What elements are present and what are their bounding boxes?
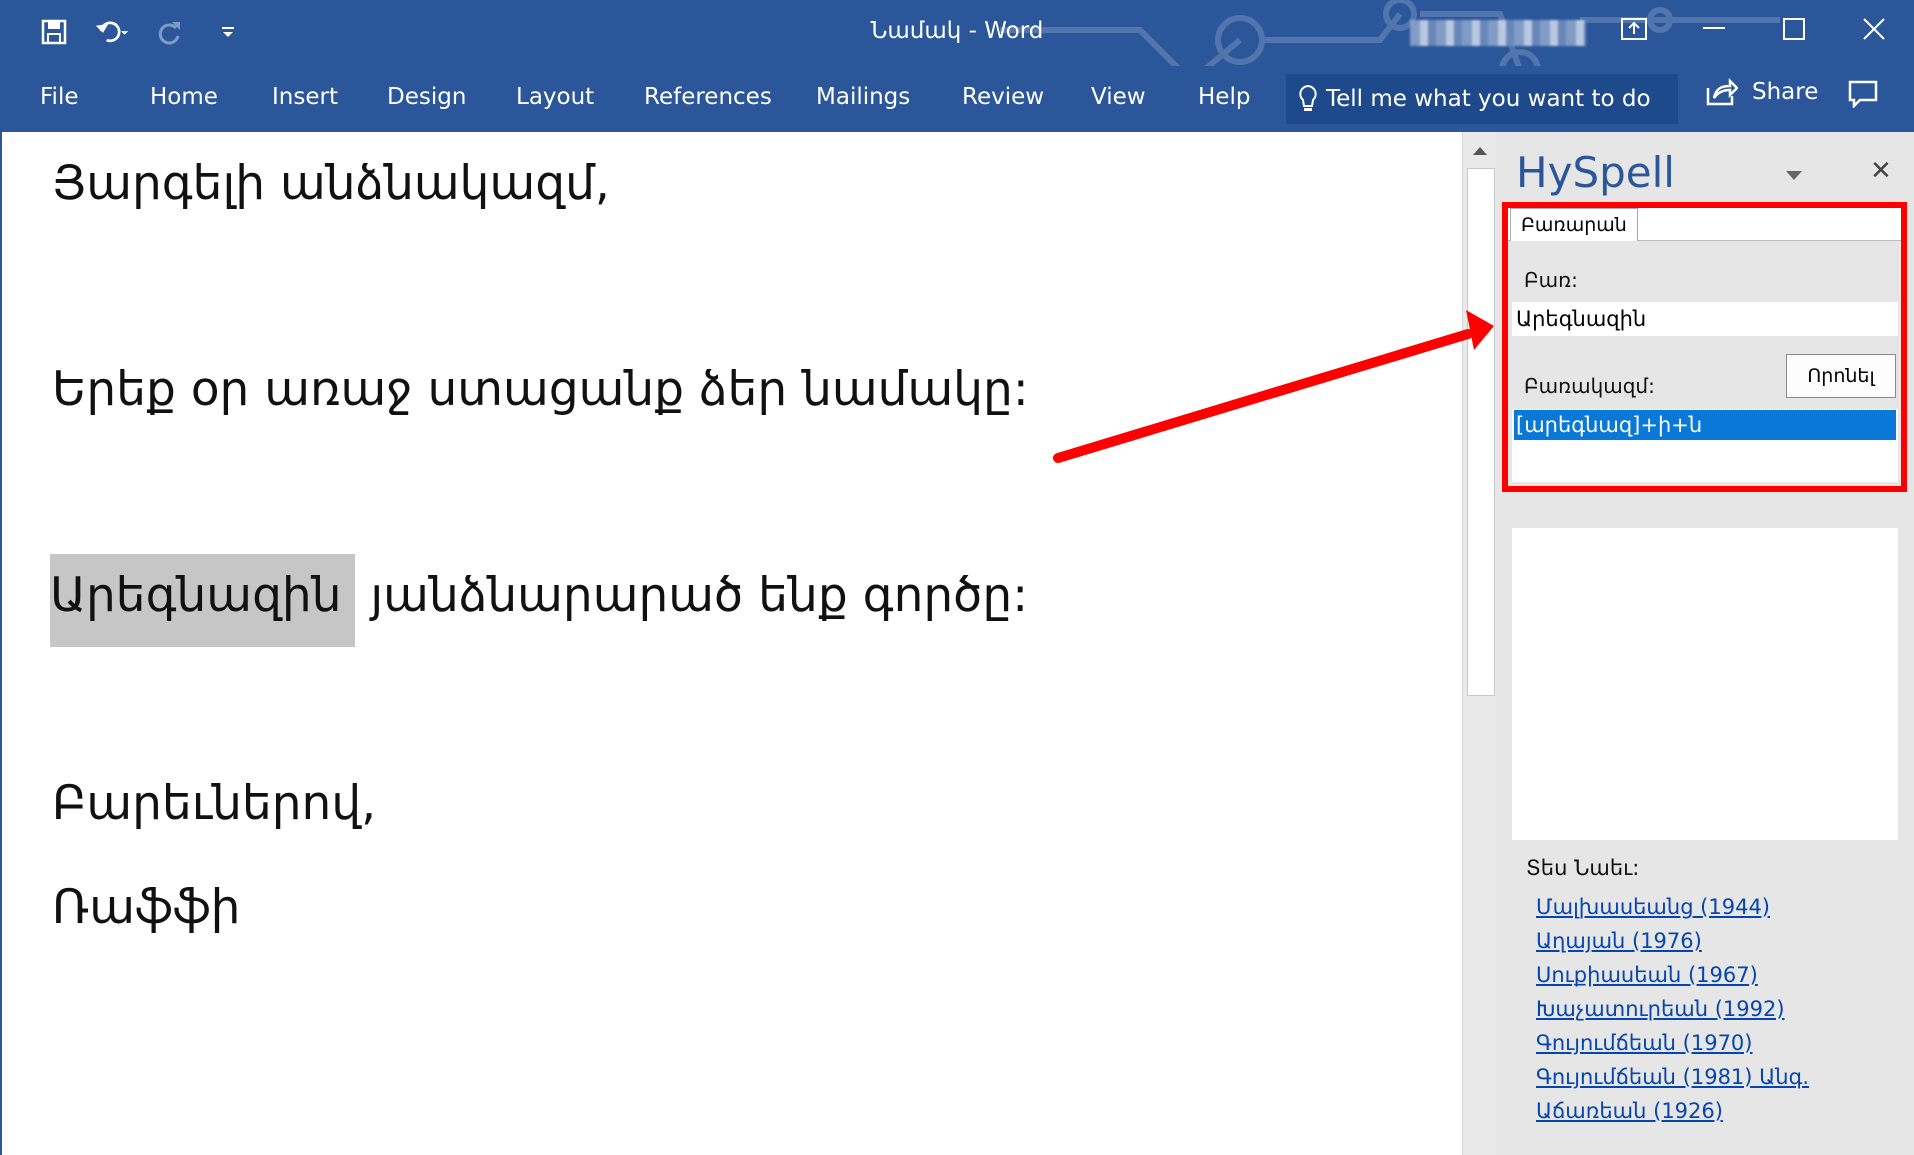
doc-signature[interactable]: Ռաֆֆի	[52, 880, 240, 935]
tab-help[interactable]: Help	[1198, 84, 1250, 110]
see-also-label: Տես Նաեւ:	[1526, 856, 1640, 880]
share-button[interactable]: Share	[1706, 78, 1818, 106]
tab-references[interactable]: References	[644, 84, 772, 110]
share-label: Share	[1752, 79, 1819, 105]
pane-close-icon[interactable]: ✕	[1870, 156, 1892, 186]
scroll-up-icon[interactable]	[1463, 136, 1497, 164]
tell-me-search[interactable]: Tell me what you want to do	[1286, 74, 1678, 124]
highlighted-word[interactable]: Արեգնազին	[50, 554, 356, 647]
see-also-link[interactable]: Սուքիասեան (1967)	[1536, 958, 1809, 992]
tab-file[interactable]: File	[40, 84, 79, 110]
doc-line-1[interactable]: Երեք օր առաջ ստացանք ձեր նամակը:	[52, 362, 1029, 417]
see-also-link[interactable]: Աճառեան (1926)	[1536, 1094, 1809, 1128]
document-page[interactable]: Յարգելի անձնակազմ, Երեք օր առաջ ստացանք …	[0, 132, 1464, 1155]
tell-me-text: Tell me what you want to do	[1326, 86, 1651, 112]
user-account[interactable]	[1410, 20, 1586, 46]
comments-icon[interactable]	[1848, 80, 1878, 112]
see-also-link[interactable]: Աղայան (1976)	[1536, 924, 1809, 958]
tab-home[interactable]: Home	[150, 84, 218, 110]
see-also-link[interactable]: Մալխասեանց (1944)	[1536, 890, 1809, 924]
title-bar: Նամակ - Word	[0, 0, 1914, 93]
doc-salutation[interactable]: Յարգելի անձնակազմ,	[52, 156, 610, 211]
doc-closing[interactable]: Բարեւներով,	[52, 776, 376, 831]
doc-line-2[interactable]: Արեգնազին յանձնարարած ենք գործը:	[50, 554, 1029, 647]
vertical-scrollbar[interactable]	[1462, 132, 1497, 1155]
pane-options-icon[interactable]	[1786, 166, 1802, 185]
definition-area	[1512, 528, 1898, 840]
tab-design[interactable]: Design	[387, 84, 466, 110]
tab-layout[interactable]: Layout	[516, 84, 594, 110]
tab-view[interactable]: View	[1091, 84, 1146, 110]
doc-line-2-rest: յանձնարարած ենք գործը:	[355, 568, 1029, 623]
tab-mailings[interactable]: Mailings	[816, 84, 910, 110]
maximize-icon[interactable]	[1754, 0, 1834, 58]
scroll-thumb[interactable]	[1467, 168, 1495, 696]
annotation-highlight-box	[1502, 202, 1907, 492]
lightbulb-icon	[1298, 84, 1318, 114]
pane-title: HySpell	[1516, 148, 1675, 197]
see-also-link[interactable]: Խաչատուրեան (1992)	[1536, 992, 1809, 1026]
tab-review[interactable]: Review	[962, 84, 1044, 110]
share-icon	[1706, 78, 1738, 106]
see-also-link[interactable]: Գույումճեան (1981) Անգ.	[1536, 1060, 1809, 1094]
tab-insert[interactable]: Insert	[272, 84, 338, 110]
see-also-link[interactable]: Գույումճեան (1970)	[1536, 1026, 1809, 1060]
ribbon-display-options-icon[interactable]	[1594, 0, 1674, 58]
minimize-icon[interactable]	[1674, 0, 1754, 58]
ribbon-tabs: File Home Insert Design Layout Reference…	[0, 66, 1914, 132]
close-icon[interactable]	[1834, 0, 1914, 58]
see-also-links: Մալխասեանց (1944) Աղայան (1976) Սուքիասե…	[1536, 890, 1809, 1128]
